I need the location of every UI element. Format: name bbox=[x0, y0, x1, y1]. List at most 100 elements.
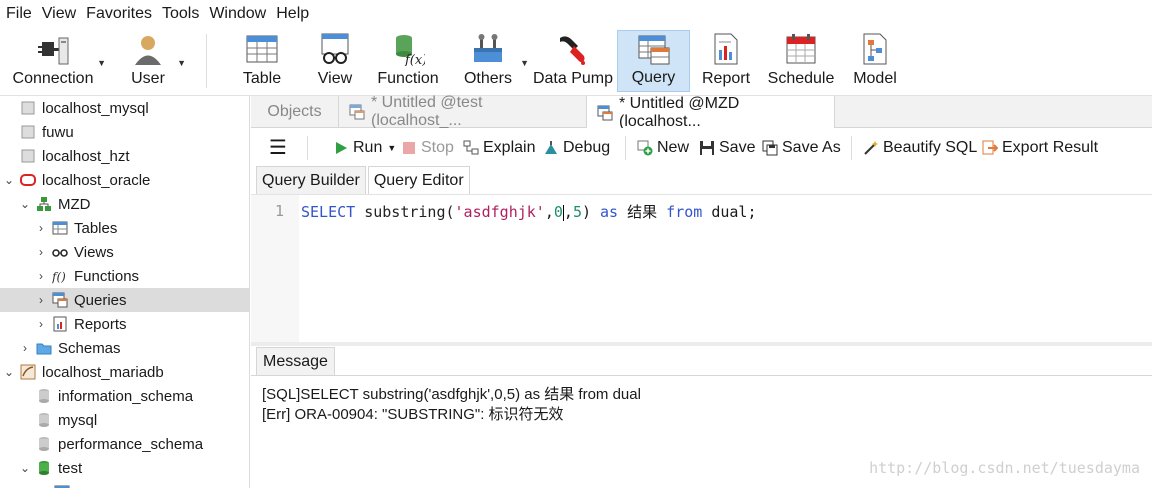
editor-tab-bar: Objects * Untitled @test (localhost_... … bbox=[251, 94, 1152, 130]
menu-window[interactable]: Window bbox=[209, 5, 266, 23]
data-pump-button[interactable]: Data Pump bbox=[532, 30, 614, 92]
tree-item-schemas[interactable]: › Schemas bbox=[0, 336, 249, 360]
tree-item-localhost-mysql[interactable]: localhost_mysql bbox=[0, 96, 249, 120]
database-icon bbox=[36, 388, 52, 404]
user-button[interactable]: User ▼ bbox=[126, 30, 186, 92]
table-button[interactable]: Table bbox=[236, 30, 288, 92]
pane-splitter[interactable] bbox=[251, 342, 1152, 346]
query-button[interactable]: Query bbox=[617, 30, 690, 92]
chevron-down-icon[interactable]: ▼ bbox=[520, 58, 529, 68]
explain-icon bbox=[463, 140, 479, 156]
sql-string: 'asdfghjk' bbox=[454, 203, 545, 221]
message-error-line: [Err] ORA-00904: "SUBSTRING": 标识符无效 bbox=[262, 406, 564, 423]
tree-item-localhost-hzt[interactable]: localhost_hzt bbox=[0, 144, 249, 168]
database-open-icon bbox=[36, 460, 52, 476]
tree-item-localhost-mariadb[interactable]: ⌄ localhost_mariadb bbox=[0, 360, 249, 384]
tab-query-builder[interactable]: Query Builder bbox=[256, 166, 366, 194]
message-panel: [SQL]SELECT substring('asdfghjk',0,5) as… bbox=[251, 375, 1152, 488]
view-button[interactable]: View bbox=[313, 30, 357, 92]
chevron-down-icon[interactable]: ⌄ bbox=[18, 461, 32, 475]
tree-item-tables[interactable]: › Tables bbox=[0, 216, 249, 240]
chevron-right-icon[interactable]: › bbox=[34, 293, 48, 307]
oracle-connection-icon bbox=[20, 172, 36, 188]
tab-label: Query Builder bbox=[262, 171, 360, 189]
connection-label: Connection bbox=[12, 70, 94, 87]
menu-file[interactable]: File bbox=[6, 5, 32, 23]
model-label: Model bbox=[853, 70, 897, 87]
sql-keyword: SELECT bbox=[301, 203, 356, 221]
connection-button[interactable]: Connection ▼ bbox=[8, 30, 106, 92]
chevron-right-icon[interactable]: › bbox=[34, 269, 48, 283]
chevron-right-icon[interactable]: › bbox=[18, 341, 32, 355]
chevron-right-icon[interactable]: › bbox=[34, 221, 48, 235]
stop-button[interactable]: Stop bbox=[401, 137, 454, 159]
line-number: 1 bbox=[275, 202, 285, 220]
chevron-down-icon[interactable]: ▼ bbox=[387, 143, 396, 153]
tree-item-label: localhost_oracle bbox=[42, 171, 151, 189]
tree-item-label: Tables bbox=[74, 219, 118, 237]
chevron-down-icon[interactable]: ▼ bbox=[97, 58, 106, 68]
toolbar-separator bbox=[625, 136, 626, 160]
toolbar-separator bbox=[206, 34, 207, 88]
sql-punct: , bbox=[563, 203, 573, 221]
tab-message[interactable]: Message bbox=[256, 347, 335, 375]
sql-function: substring( bbox=[364, 203, 455, 221]
function-icon: f() bbox=[52, 268, 68, 284]
user-icon bbox=[129, 30, 167, 67]
tree-item-test[interactable]: ⌄ test bbox=[0, 456, 249, 480]
tab-untitled-mzd[interactable]: * Untitled @MZD (localhost... bbox=[587, 95, 835, 130]
menu-tools[interactable]: Tools bbox=[162, 5, 199, 23]
sql-punct: ) bbox=[581, 203, 591, 221]
tab-query-editor[interactable]: Query Editor bbox=[367, 166, 470, 194]
save-label: Save bbox=[719, 139, 756, 156]
chevron-right-icon[interactable]: › bbox=[34, 317, 48, 331]
hamburger-menu-button[interactable]: ☰ bbox=[269, 137, 287, 159]
tab-untitled-test[interactable]: * Untitled @test (localhost_... bbox=[339, 94, 587, 129]
tree-item-localhost-oracle[interactable]: ⌄ localhost_oracle bbox=[0, 168, 249, 192]
report-label: Report bbox=[701, 70, 751, 87]
sql-code-line[interactable]: SELECT substring('asdfghjk',0,5) as 结果 f… bbox=[301, 201, 756, 222]
chevron-down-icon[interactable]: ⌄ bbox=[2, 365, 16, 379]
beautify-sql-button[interactable]: Beautify SQL bbox=[863, 137, 977, 159]
menu-view[interactable]: View bbox=[42, 5, 76, 23]
explain-button[interactable]: Explain bbox=[463, 137, 535, 159]
tree-item-mzd[interactable]: ⌄ MZD bbox=[0, 192, 249, 216]
tree-item-label: localhost_mariadb bbox=[42, 363, 164, 381]
tree-item-functions[interactable]: › f() Functions bbox=[0, 264, 249, 288]
tree-item-reports[interactable]: › Reports bbox=[0, 312, 249, 336]
menu-help[interactable]: Help bbox=[276, 5, 309, 23]
export-result-button[interactable]: Export Result bbox=[982, 137, 1098, 159]
new-query-icon bbox=[637, 140, 653, 156]
function-button[interactable]: f(x) Function bbox=[374, 30, 442, 92]
chevron-down-icon[interactable]: ▼ bbox=[177, 58, 186, 68]
tree-item-queries[interactable]: › Queries bbox=[0, 288, 249, 312]
save-button[interactable]: Save bbox=[699, 137, 755, 159]
run-button[interactable]: Run ▼ bbox=[333, 137, 396, 159]
report-icon bbox=[707, 30, 745, 67]
debug-button[interactable]: Debug bbox=[543, 137, 610, 159]
report-button[interactable]: Report bbox=[699, 30, 753, 92]
export-icon bbox=[982, 140, 998, 156]
tab-objects[interactable]: Objects bbox=[251, 96, 339, 128]
tree-item-views[interactable]: › Views bbox=[0, 240, 249, 264]
menu-favorites[interactable]: Favorites bbox=[86, 5, 152, 23]
model-button[interactable]: Model bbox=[848, 30, 902, 92]
sql-editor[interactable]: 1 SELECT substring('asdfghjk',0,5) as 结果… bbox=[251, 194, 1152, 343]
schedule-button[interactable]: Schedule bbox=[766, 30, 836, 92]
others-button[interactable]: Others ▼ bbox=[461, 30, 529, 92]
svg-text:f(): f() bbox=[52, 270, 66, 284]
connection-closed-icon bbox=[20, 124, 36, 140]
chevron-down-icon[interactable]: ⌄ bbox=[18, 197, 32, 211]
tree-item-mysql[interactable]: mysql bbox=[0, 408, 249, 432]
tree-item-information-schema[interactable]: information_schema bbox=[0, 384, 249, 408]
chevron-right-icon[interactable]: › bbox=[34, 245, 48, 259]
tree-item-performance-schema[interactable]: performance_schema bbox=[0, 432, 249, 456]
chevron-down-icon[interactable]: ⌄ bbox=[2, 173, 16, 187]
new-button[interactable]: New bbox=[637, 137, 689, 159]
watermark: http://blog.csdn.net/tuesdayma bbox=[869, 459, 1140, 477]
save-as-button[interactable]: Save As bbox=[762, 137, 841, 159]
toolbar-separator bbox=[851, 136, 852, 160]
connection-closed-icon bbox=[20, 100, 36, 116]
tree-item-fuwu[interactable]: fuwu bbox=[0, 120, 249, 144]
database-icon bbox=[36, 412, 52, 428]
